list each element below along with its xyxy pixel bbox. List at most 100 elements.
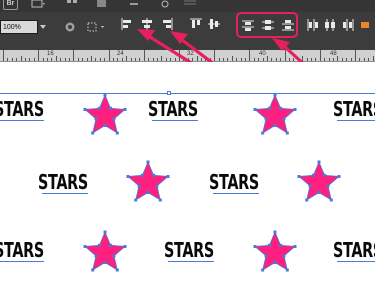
document-canvas[interactable]: STARS STARS STARS STARS STARS STARS STARS STARS [0, 62, 375, 281]
link-icon[interactable] [126, 0, 141, 10]
ruler-tick [99, 58, 101, 61]
ruler-tick [126, 56, 128, 61]
ruler-tick [196, 56, 198, 61]
ruler-label: 40 [259, 51, 266, 57]
ruler-tick [29, 58, 31, 61]
ruler-tick [328, 58, 330, 61]
zoom-dropdown-arrow-icon[interactable] [40, 25, 46, 29]
distribute-horizontal-centers-icon[interactable] [322, 18, 337, 31]
ruler-tick [201, 58, 202, 61]
text-frame-baseline [337, 120, 375, 121]
ruler-tick [11, 58, 13, 61]
ruler-tick [33, 58, 35, 61]
align-horizontal-centers-icon[interactable] [139, 17, 154, 30]
ruler-tick [187, 58, 189, 61]
zoom-level-field[interactable]: 100% [0, 20, 38, 34]
ruler-tick [350, 58, 352, 61]
stars-text-frame[interactable]: STARS [0, 239, 44, 261]
grid-view-icon[interactable] [64, 0, 79, 10]
ruler-label: 32 [187, 51, 194, 57]
ruler-tick [174, 58, 176, 61]
bridge-badge[interactable]: Br [3, 0, 18, 10]
text-frame-baseline [152, 120, 198, 121]
ruler-tick [324, 58, 326, 61]
ruler-tick [306, 58, 308, 61]
distribute-group-highlight [236, 12, 298, 38]
ruler-tick [346, 58, 348, 61]
stars-text-frame[interactable]: STARS [148, 98, 198, 120]
ruler-tick [311, 58, 312, 61]
ruler-tick [231, 56, 233, 61]
pages-icon[interactable] [94, 0, 109, 10]
ruler-tick [16, 58, 18, 61]
stars-text-frame[interactable]: STARS [333, 98, 375, 120]
ruler-tick [253, 58, 255, 61]
ruler-tick [275, 58, 277, 61]
ruler-tick [240, 58, 242, 61]
ruler-tick [271, 58, 273, 61]
ruler-tick [157, 58, 158, 61]
star-shape[interactable] [82, 92, 128, 138]
align-vertical-centers-icon[interactable] [206, 17, 221, 30]
ruler-tick [227, 58, 229, 61]
ruler-tick [143, 50, 145, 61]
ruler-tick [223, 58, 224, 61]
distribute-right-edges-icon[interactable] [340, 18, 355, 31]
ruler-tick [108, 50, 110, 61]
ruler-tick [64, 58, 66, 61]
ruler-tick [104, 58, 106, 61]
ruler-tick [372, 56, 374, 61]
selection-bounding-line [0, 93, 375, 94]
ruler-label: 48 [330, 51, 337, 57]
fx-icon[interactable] [157, 0, 172, 10]
ruler-tick [69, 58, 70, 61]
star-shape[interactable] [252, 92, 298, 138]
align-right-edges-icon[interactable] [159, 17, 174, 30]
text-frame-options-icon[interactable] [358, 18, 373, 31]
align-left-edges-icon[interactable] [119, 17, 134, 30]
ruler-tick [25, 58, 26, 61]
ruler-tick [280, 58, 282, 61]
stars-text-frame[interactable]: STARS [38, 171, 88, 193]
star-shape[interactable] [296, 159, 342, 205]
horizontal-ruler[interactable]: 16 24 32 40 48 [0, 50, 375, 62]
stars-text-frame[interactable]: STARS [333, 239, 375, 261]
grid-frame-icon[interactable] [86, 20, 108, 33]
ruler-tick [135, 58, 136, 61]
ruler-tick [218, 58, 220, 61]
align-top-edges-icon[interactable] [188, 17, 203, 30]
ruler-tick [249, 50, 251, 61]
text-frame-baseline [337, 261, 375, 262]
ruler-tick [205, 58, 207, 61]
ruler-tick [284, 50, 286, 61]
stars-text-frame[interactable]: STARS [164, 239, 214, 261]
ruler-tick [148, 58, 150, 61]
star-shape[interactable] [125, 159, 171, 205]
selection-handle[interactable] [167, 91, 171, 95]
ruler-tick [262, 58, 264, 61]
ruler-tick [368, 58, 370, 61]
text-frame-baseline [0, 261, 44, 262]
star-shape[interactable] [252, 229, 298, 275]
opacity-icon[interactable] [182, 0, 197, 10]
ruler-label: 24 [117, 51, 124, 57]
screen-mode-icon[interactable] [30, 0, 45, 10]
ruler-tick [363, 58, 365, 61]
ruler-tick [179, 50, 180, 61]
ruler-tick [214, 50, 216, 61]
reference-circle-icon[interactable] [62, 20, 77, 33]
ruler-tick [161, 56, 163, 61]
ruler-tick [293, 58, 295, 61]
toolbar-top-row: Br [0, 0, 375, 12]
stars-text-frame[interactable]: STARS [209, 171, 259, 193]
ruler-tick [192, 58, 194, 61]
text-frame-baseline [213, 193, 259, 194]
distribute-left-edges-icon[interactable] [304, 18, 319, 31]
text-frame-baseline [42, 193, 88, 194]
text-frame-baseline [0, 120, 44, 121]
text-frame-baseline [168, 261, 214, 262]
ruler-tick [319, 50, 321, 61]
ruler-tick [117, 58, 119, 61]
star-shape[interactable] [82, 229, 128, 275]
stars-text-frame[interactable]: STARS [0, 98, 44, 120]
